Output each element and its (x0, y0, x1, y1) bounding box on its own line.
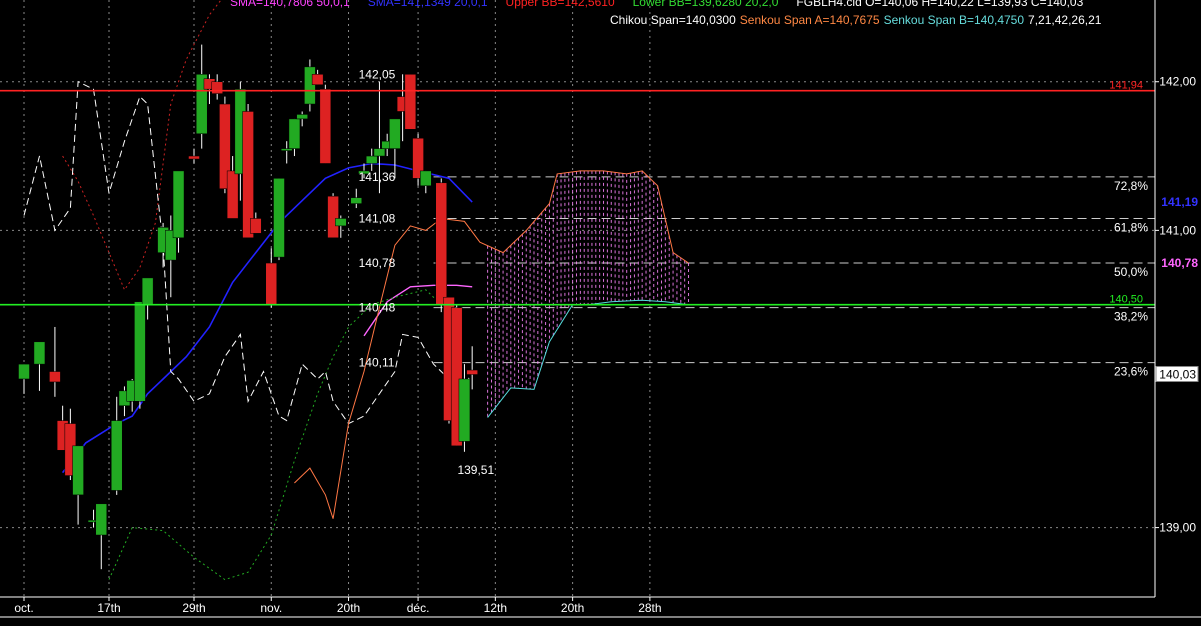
price-annotation: 140,48 (359, 301, 396, 315)
candle (304, 59, 316, 112)
y-tick-label: 141,00 (1159, 223, 1196, 237)
candle (242, 104, 254, 239)
price-annotation: 139,51 (457, 463, 494, 477)
resistance-label: 141,94 (1109, 80, 1143, 92)
candle-body (466, 369, 478, 375)
price-annotation: 141,08 (359, 211, 396, 225)
fibonacci-label: 23,6% (1114, 365, 1148, 379)
fibonacci-label: 38,2% (1114, 310, 1148, 324)
x-tick-label: 17th (97, 601, 120, 615)
candle-body (72, 445, 84, 496)
price-annotation: 140,11 (359, 356, 395, 370)
header-legend-item: Lower BB=139,6280 20,2,0 (633, 0, 779, 9)
candle-body (373, 148, 386, 157)
x-tick-label: déc. (407, 601, 430, 615)
header-legend-item: FGBLH4.cld O=140,06 H=140,22 L=139,93 C=… (796, 0, 1083, 9)
candle-body (280, 148, 293, 151)
candle-body (95, 503, 108, 536)
candle (327, 193, 339, 239)
candle (134, 301, 146, 409)
support-label: 140,50 (1109, 294, 1143, 306)
candle-body (265, 262, 278, 305)
candle-body (250, 218, 262, 234)
x-tick-label: oct. (14, 601, 33, 615)
chart-canvas[interactable]: 141,94 140,50 72,8% 61,8% 50,0% 38,2% 23,6% 14… (0, 0, 1201, 621)
candle-body (134, 301, 146, 402)
candle-body (226, 170, 239, 219)
candlestick-chart[interactable]: 141,94 140,50 72,8% 61,8% 50,0% 38,2% 23,6% 14… (0, 0, 1201, 621)
candle-body (458, 378, 471, 442)
x-tick-label: 29th (182, 601, 205, 615)
price-annotation: 142,05 (359, 67, 396, 81)
header-legend-item: SMA=141,1349 20,0,1 (368, 0, 488, 9)
candle-body (420, 170, 432, 187)
y-tick-label: 142,00 (1159, 75, 1196, 89)
header-legend-item: 7,21,42,26,21 (1028, 13, 1102, 27)
candle-body (273, 178, 285, 258)
y-tick-label: 139,00 (1159, 521, 1196, 535)
candle-body (172, 170, 185, 239)
candle-body (211, 81, 223, 94)
header-legend-item: Chikou Span=140,0300 (610, 13, 736, 27)
x-tick-label: 20th (337, 601, 360, 615)
header-legend-item: Senkou Span B=140,4750 (884, 13, 1025, 27)
header-legend-item: SMA=140,7806 50,0,1 (230, 0, 350, 9)
candle-body (319, 88, 332, 164)
price-annotation: 141,36 (359, 170, 396, 184)
x-tick-label: nov. (260, 601, 282, 615)
candle-body (389, 118, 401, 149)
candle-body (33, 341, 46, 365)
candle-body (110, 420, 123, 491)
candle-body (327, 195, 339, 239)
x-tick-label: 12th (484, 601, 507, 615)
right-axis-marker: 141,19 (1161, 195, 1198, 209)
header-legend-item: Senkou Span A=140,7675 (740, 13, 880, 27)
candle-body (18, 363, 30, 380)
fibonacci-label: 50,0% (1114, 265, 1148, 279)
x-tick-label: 20th (561, 601, 584, 615)
candle-body (435, 182, 448, 305)
candle-body (311, 74, 324, 85)
candle (435, 178, 448, 313)
header-legend-item: Upper BB=142,5610 (506, 0, 615, 9)
candle-body (49, 371, 61, 383)
candle (404, 74, 417, 130)
candle (273, 178, 285, 261)
candle-body (288, 118, 301, 149)
last-price-label: 140,03 (1159, 368, 1196, 382)
candle-body (304, 66, 316, 105)
candle-body (404, 74, 417, 130)
fibonacci-label: 72,8% (1114, 179, 1148, 193)
x-tick-label: 28th (638, 601, 661, 615)
right-axis-marker: 140,78 (1161, 256, 1198, 270)
candle-body (188, 155, 200, 160)
fibonacci-label: 61,8% (1114, 220, 1148, 234)
candle-body (350, 197, 363, 204)
candle (319, 84, 332, 164)
candle-body (296, 114, 308, 120)
candle-body (335, 218, 347, 227)
candle-body (141, 277, 154, 305)
price-annotation: 140,78 (359, 256, 396, 270)
candle-body (365, 155, 378, 164)
